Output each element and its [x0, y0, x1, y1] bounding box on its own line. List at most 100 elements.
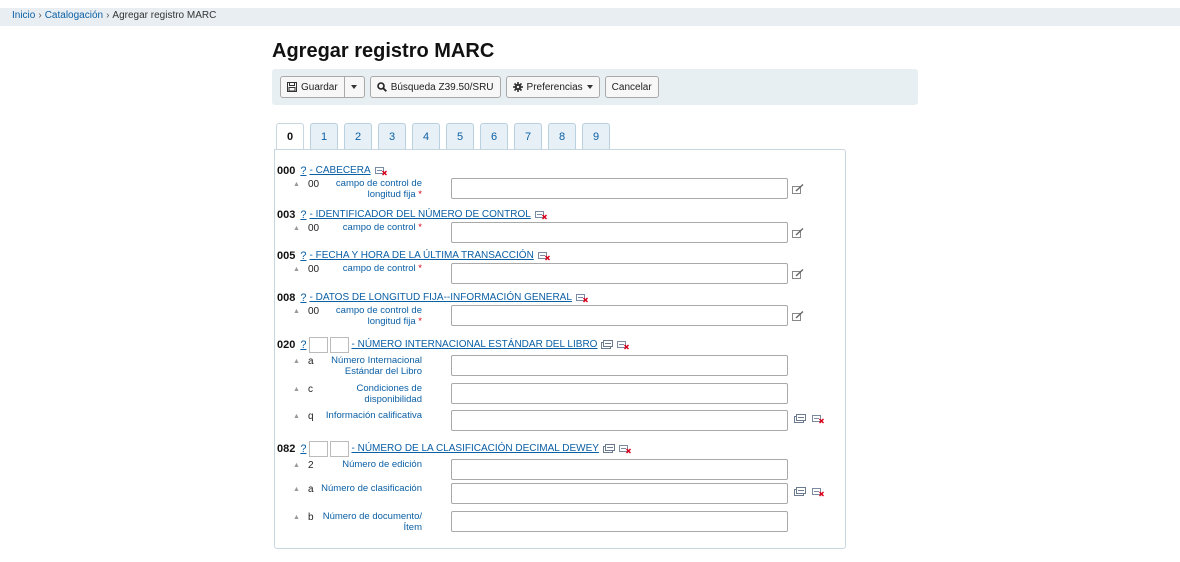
subfield-actions	[794, 487, 824, 497]
required-marker: *	[418, 189, 422, 200]
move-up-arrow-icon[interactable]: ▲	[293, 514, 300, 521]
page-title: Agregar registro MARC	[272, 40, 495, 62]
subfield-actions	[792, 311, 804, 321]
subfield-label: Número de documento/Ítem	[322, 511, 422, 533]
field-help-link[interactable]: ?	[300, 443, 306, 455]
subfield-row: ▲ a Número Internacional Estándar del Li…	[275, 355, 845, 379]
indicator-1-input[interactable]	[309, 336, 329, 353]
move-up-arrow-icon[interactable]: ▲	[293, 181, 300, 188]
indicator-2-input[interactable]	[330, 440, 350, 457]
subfield-input[interactable]	[451, 410, 788, 431]
subfield-actions	[792, 184, 804, 194]
subfield-label: Número Internacional Estándar del Libro	[331, 355, 422, 377]
subfield-label: campo de control de longitud fija *	[320, 305, 422, 327]
tab-7[interactable]: 7	[514, 123, 542, 149]
subfield-input[interactable]	[451, 178, 788, 199]
move-up-arrow-icon[interactable]: ▲	[293, 462, 300, 469]
subfield-label: campo de control de longitud fija *	[320, 178, 422, 200]
tab-3[interactable]: 3	[378, 123, 406, 149]
field-help-link[interactable]: ?	[300, 250, 306, 262]
field-description[interactable]: - NÚMERO INTERNACIONAL ESTÁNDAR DEL LIBR…	[351, 339, 597, 350]
subfield-input[interactable]	[451, 263, 788, 284]
subfield-row: ▲ c Condiciones de disponibilidad	[275, 383, 845, 407]
field-000-header: 000 ? - CABECERA	[277, 164, 387, 177]
field-description[interactable]: - CABECERA	[309, 165, 370, 176]
save-button[interactable]: Guardar	[280, 76, 345, 98]
z3950-search-label: Búsqueda Z39.50/SRU	[390, 81, 494, 93]
delete-subfield-icon[interactable]	[812, 414, 824, 424]
clone-field-icon[interactable]	[601, 340, 613, 350]
field-help-link[interactable]: ?	[300, 292, 306, 304]
delete-field-icon[interactable]	[535, 210, 547, 220]
edit-icon[interactable]	[792, 228, 804, 238]
breadcrumb-home-link[interactable]: Inicio	[12, 10, 35, 21]
edit-icon[interactable]	[792, 311, 804, 321]
subfield-input[interactable]	[451, 483, 788, 504]
move-up-arrow-icon[interactable]: ▲	[293, 358, 300, 365]
marc-editor-panel: 000 ? - CABECERA ▲ 00 campo de control d…	[274, 149, 846, 549]
move-up-arrow-icon[interactable]: ▲	[293, 225, 300, 232]
subfield-input[interactable]	[451, 383, 788, 404]
tab-8[interactable]: 8	[548, 123, 576, 149]
delete-field-icon[interactable]	[617, 340, 629, 350]
move-up-arrow-icon[interactable]: ▲	[293, 308, 300, 315]
preferences-label: Preferencias	[526, 81, 583, 93]
field-help-link[interactable]: ?	[300, 339, 306, 351]
field-help-link[interactable]: ?	[300, 209, 306, 221]
tab-2[interactable]: 2	[344, 123, 372, 149]
field-description[interactable]: - FECHA Y HORA DE LA ÚLTIMA TRANSACCIÓN	[309, 250, 533, 261]
field-003-header: 003 ? - IDENTIFICADOR DEL NÚMERO DE CONT…	[277, 208, 547, 221]
clone-subfield-icon[interactable]	[794, 487, 806, 497]
tab-5[interactable]: 5	[446, 123, 474, 149]
save-options-dropdown-button[interactable]	[344, 76, 365, 98]
subfield-input[interactable]	[451, 355, 788, 376]
field-description[interactable]: - NÚMERO DE LA CLASIFICACIÓN DECIMAL DEW…	[351, 443, 598, 454]
field-020-header: 020 ? - NÚMERO INTERNACIONAL ESTÁNDAR DE…	[277, 336, 629, 353]
tab-0[interactable]: 0	[276, 123, 304, 150]
field-help-link[interactable]: ?	[300, 165, 306, 177]
z3950-search-button[interactable]: Búsqueda Z39.50/SRU	[369, 76, 501, 98]
clone-field-icon[interactable]	[603, 444, 615, 454]
field-description[interactable]: - DATOS DE LONGITUD FIJA--INFORMACIÓN GE…	[309, 292, 571, 303]
breadcrumb-current: Agregar registro MARC	[112, 10, 217, 21]
subfield-label: campo de control *	[320, 222, 422, 233]
delete-field-icon[interactable]	[538, 251, 550, 261]
subfield-label: campo de control *	[320, 263, 422, 274]
tab-1[interactable]: 1	[310, 123, 338, 149]
move-up-arrow-icon[interactable]: ▲	[293, 486, 300, 493]
move-up-arrow-icon[interactable]: ▲	[293, 386, 300, 393]
subfield-label-text: campo de control de longitud fija	[335, 305, 422, 327]
subfield-input[interactable]	[451, 305, 788, 326]
subfield-row: ▲ 00 campo de control *	[275, 263, 845, 287]
delete-field-icon[interactable]	[619, 444, 631, 454]
indicator-2-input[interactable]	[330, 336, 350, 353]
indicator-1-input[interactable]	[309, 440, 329, 457]
field-description[interactable]: - IDENTIFICADOR DEL NÚMERO DE CONTROL	[309, 209, 530, 220]
required-marker: *	[418, 222, 422, 233]
required-marker: *	[418, 316, 422, 327]
subfield-input[interactable]	[451, 511, 788, 532]
clone-subfield-icon[interactable]	[794, 414, 806, 424]
field-005-header: 005 ? - FECHA Y HORA DE LA ÚLTIMA TRANSA…	[277, 249, 550, 262]
delete-field-icon[interactable]	[576, 293, 588, 303]
subfield-input[interactable]	[451, 459, 788, 480]
subfield-actions	[792, 269, 804, 279]
subfield-label-text: campo de control de longitud fija	[335, 178, 422, 200]
breadcrumb-catalog-link[interactable]: Catalogación	[45, 10, 103, 21]
gear-icon	[512, 81, 523, 93]
tag-tabs: 0 1 2 3 4 5 6 7 8 9	[276, 123, 610, 150]
tab-4[interactable]: 4	[412, 123, 440, 149]
move-up-arrow-icon[interactable]: ▲	[293, 413, 300, 420]
delete-field-icon[interactable]	[375, 166, 387, 176]
preferences-button[interactable]: Preferencias	[505, 76, 600, 98]
subfield-input[interactable]	[451, 222, 788, 243]
tab-6[interactable]: 6	[480, 123, 508, 149]
delete-subfield-icon[interactable]	[812, 487, 824, 497]
cancel-button[interactable]: Cancelar	[604, 76, 659, 98]
edit-icon[interactable]	[792, 184, 804, 194]
edit-icon[interactable]	[792, 269, 804, 279]
tab-9[interactable]: 9	[582, 123, 610, 149]
move-up-arrow-icon[interactable]: ▲	[293, 266, 300, 273]
chevron-down-icon	[586, 85, 593, 89]
subfield-label: Número de clasificación	[321, 483, 422, 494]
